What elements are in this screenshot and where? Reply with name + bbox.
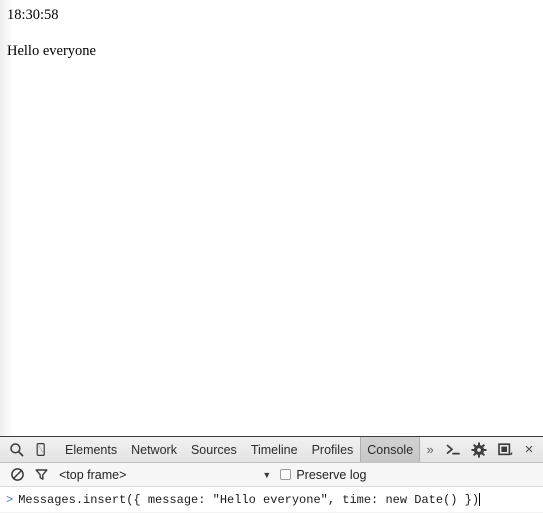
chevron-down-icon: ▼ [262, 469, 272, 480]
tab-timeline[interactable]: Timeline [244, 437, 305, 462]
search-icon[interactable] [4, 438, 28, 462]
device-toggle-icon[interactable] [28, 438, 52, 462]
message-timestamp: 18:30:58 [7, 7, 59, 23]
console-input[interactable]: Messages.insert({ message: "Hello everyo… [18, 494, 479, 506]
execution-context-value: <top frame> [59, 467, 127, 482]
tab-overflow-button[interactable]: » [420, 437, 440, 462]
browser-window: 18:30:58 Hello everyone Elements Network… [0, 0, 543, 513]
tab-label: Console [367, 442, 414, 457]
devtools-tab-list: Elements Network Sources Timeline Profil… [58, 437, 440, 462]
console-prompt-row[interactable]: > Messages.insert({ message: "Hello ever… [0, 487, 543, 512]
preserve-log-checkbox[interactable] [280, 469, 292, 480]
console-drawer-icon[interactable] [441, 438, 465, 462]
tab-label: Sources [190, 442, 237, 457]
preserve-log-label: Preserve log [296, 467, 367, 482]
chevron-double-right-icon: » [426, 442, 434, 457]
toolbar-right-actions: × [441, 438, 541, 462]
page-viewport: 18:30:58 Hello everyone [0, 0, 543, 436]
tab-sources[interactable]: Sources [184, 437, 244, 462]
tab-elements[interactable]: Elements [58, 437, 124, 462]
tab-console[interactable]: Console [360, 437, 421, 462]
devtools-toolbar: Elements Network Sources Timeline Profil… [0, 437, 543, 463]
console-filter-bar: <top frame> ▼ Preserve log [0, 463, 543, 487]
page-content: 18:30:58 Hello everyone [0, 0, 543, 60]
filter-funnel-icon[interactable] [29, 463, 53, 487]
tab-label: Elements [65, 442, 118, 457]
text-caret [479, 493, 481, 506]
preserve-log-toggle[interactable]: Preserve log [280, 467, 367, 482]
prompt-arrow-icon: > [6, 492, 14, 507]
tab-label: Network [131, 442, 177, 457]
close-icon: × [524, 441, 534, 458]
close-devtools-button[interactable]: × [519, 438, 539, 462]
tab-label: Timeline [250, 442, 298, 457]
devtools-panel: Elements Network Sources Timeline Profil… [0, 436, 543, 513]
tab-label: Profiles [311, 442, 354, 457]
clear-console-icon[interactable] [5, 463, 29, 487]
tab-network[interactable]: Network [124, 437, 184, 462]
message-text: Hello everyone [7, 43, 96, 60]
dock-position-icon[interactable] [493, 438, 517, 462]
gear-icon[interactable] [467, 438, 491, 462]
execution-context-selector[interactable]: <top frame> ▼ [59, 468, 271, 482]
tab-profiles[interactable]: Profiles [305, 437, 361, 462]
